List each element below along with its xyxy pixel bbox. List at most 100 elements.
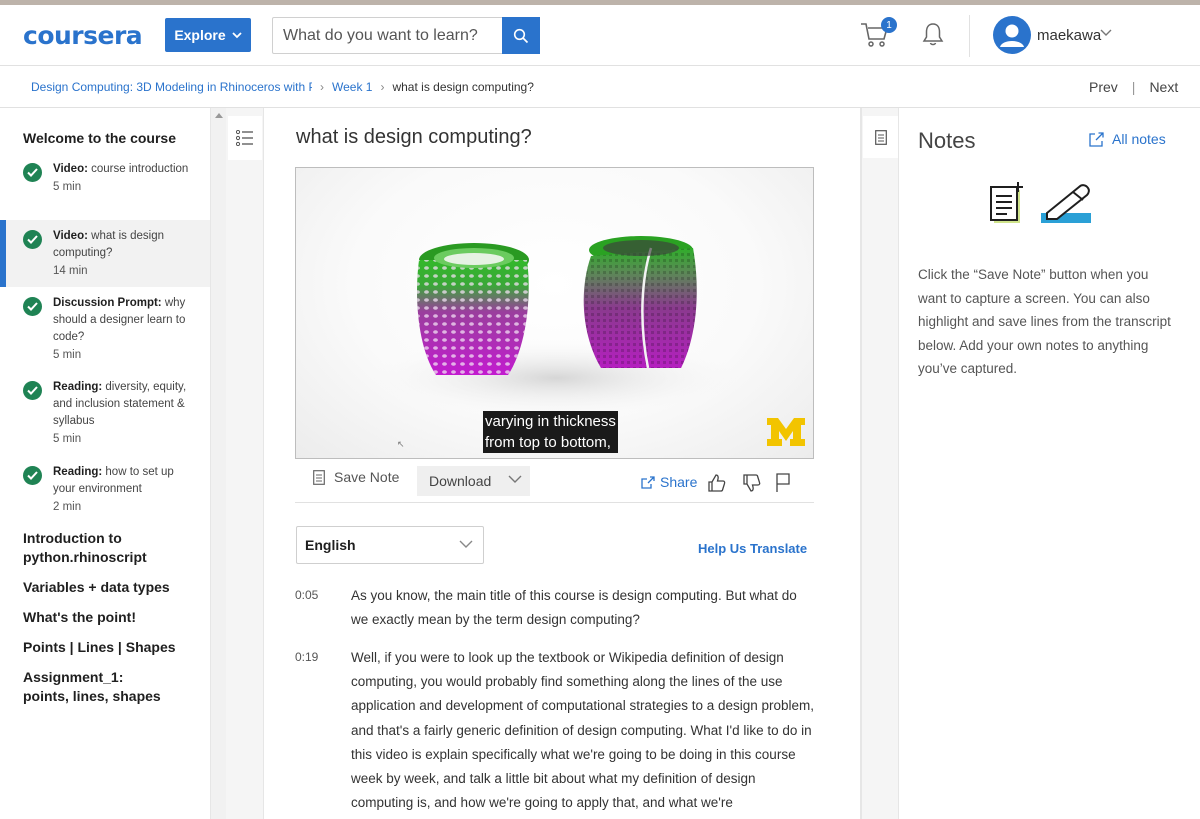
lesson-text: Video: course introduction 5 min xyxy=(53,161,198,196)
external-link-icon xyxy=(1089,131,1104,147)
username[interactable]: maekawa xyxy=(1037,27,1101,44)
lesson-duration: 5 min xyxy=(53,181,82,193)
share-label: Share xyxy=(660,474,698,490)
lesson-type: Reading: xyxy=(53,381,103,393)
header-divider xyxy=(969,15,970,57)
language-select[interactable]: English xyxy=(296,526,484,564)
sidebar-section-title[interactable]: Welcome to the course xyxy=(23,129,203,148)
breadcrumb-current: what is design computing? xyxy=(392,80,534,94)
chevron-down-icon xyxy=(459,540,473,548)
next-link[interactable]: Next xyxy=(1149,79,1178,95)
breadcrumb-week-link[interactable]: Week 1 xyxy=(332,80,372,94)
page-title: what is design computing? xyxy=(296,126,532,148)
notes-icon xyxy=(874,129,887,145)
thumbs-up-icon[interactable] xyxy=(707,473,727,493)
prev-link[interactable]: Prev xyxy=(1089,79,1118,95)
sidebar-section-title[interactable]: What's the point! xyxy=(23,608,203,627)
sidebar-lesson-item[interactable]: Discussion Prompt: why should a designer… xyxy=(0,287,210,371)
active-indicator xyxy=(0,220,6,287)
prev-next-nav: Prev | Next xyxy=(1089,79,1178,95)
search-box xyxy=(272,17,540,54)
sidebar-section-title[interactable]: Introduction to python.rhinoscript xyxy=(23,529,163,567)
explore-button[interactable]: Explore xyxy=(165,18,251,52)
lesson-title: course introduction xyxy=(91,163,189,175)
breadcrumb-course-link[interactable]: Design Computing: 3D Modeling in Rhinoce… xyxy=(31,80,312,94)
video-toolbar: Save Note Download Share xyxy=(295,460,814,503)
notes-panel: Notes All notes Click the “Save Note” bu… xyxy=(899,108,1200,819)
explore-label: Explore xyxy=(174,27,226,43)
all-notes-link[interactable]: All notes xyxy=(1089,131,1166,147)
share-button[interactable]: Share xyxy=(641,474,697,490)
search-input[interactable] xyxy=(273,18,502,53)
breadcrumb-bar: Design Computing: 3D Modeling in Rhinoce… xyxy=(0,66,1200,108)
lesson-type: Video: xyxy=(53,230,88,242)
lesson-duration: 2 min xyxy=(53,501,82,513)
video-caption: varying in thickness from top to bottom, xyxy=(483,411,618,453)
coursera-logo[interactable]: coursera xyxy=(23,21,143,50)
flag-icon[interactable] xyxy=(775,473,791,493)
notes-description: Click the “Save Note” button when you wa… xyxy=(918,267,1171,376)
share-icon xyxy=(641,475,655,489)
note-icon xyxy=(313,469,325,485)
lesson-text: Discussion Prompt: why should a designer… xyxy=(53,295,198,364)
notes-title: Notes xyxy=(918,128,976,153)
sidebar-lesson-item[interactable]: Video: course introduction 5 min xyxy=(0,153,210,219)
check-circle-icon xyxy=(23,163,42,182)
mouse-cursor-icon: ↖ xyxy=(397,439,405,449)
lesson-type: Reading: xyxy=(53,466,103,478)
save-note-button[interactable]: Save Note xyxy=(313,469,399,485)
chevron-right-icon: › xyxy=(380,80,385,94)
all-notes-label: All notes xyxy=(1112,131,1166,147)
thumbs-down-icon[interactable] xyxy=(742,473,762,493)
lesson-duration: 14 min xyxy=(53,265,88,277)
user-icon xyxy=(1000,24,1024,47)
transcript-text[interactable]: Well, if you were to look up the textboo… xyxy=(351,646,817,815)
help-translate-link[interactable]: Help Us Translate xyxy=(698,541,807,556)
lesson-type: Video: xyxy=(53,163,88,175)
check-circle-icon xyxy=(23,297,42,316)
sidebar-section-title[interactable]: Variables + data types xyxy=(23,578,203,597)
caption-line: from top to bottom, xyxy=(485,434,611,451)
university-logo-icon xyxy=(767,418,805,446)
top-header: coursera Explore 1 maekawa xyxy=(0,5,1200,66)
check-circle-icon xyxy=(23,230,42,249)
sidebar-lesson-item[interactable]: Reading: diversity, equity, and inclusio… xyxy=(0,371,210,456)
scroll-up-icon[interactable] xyxy=(215,113,223,118)
chevron-down-icon xyxy=(232,31,242,38)
lesson-text: Video: what is design computing? 14 min xyxy=(53,228,198,280)
lecture-main: what is design computing? varying in thi… xyxy=(264,108,860,819)
transcript-text[interactable]: As you know, the main title of this cour… xyxy=(351,584,817,632)
breadcrumb: Design Computing: 3D Modeling in Rhinoce… xyxy=(31,80,534,94)
cart-count-badge: 1 xyxy=(881,17,897,33)
sidebar-scrollbar[interactable] xyxy=(210,108,226,819)
transcript-timestamp[interactable]: 0:05 xyxy=(295,588,318,602)
toggle-notes-button[interactable] xyxy=(863,116,898,158)
sidebar-section-title[interactable]: Points | Lines | Shapes xyxy=(23,638,203,657)
notes-toggle-column xyxy=(862,108,899,819)
lesson-duration: 5 min xyxy=(53,349,82,361)
chevron-down-icon[interactable] xyxy=(1100,29,1112,37)
sidebar-lesson-item-active[interactable]: Video: what is design computing? 14 min xyxy=(0,220,210,287)
add-note-icon xyxy=(990,182,1023,223)
bell-icon xyxy=(922,23,944,46)
video-player[interactable]: varying in thickness from top to bottom,… xyxy=(295,167,814,459)
search-button[interactable] xyxy=(502,17,540,54)
lesson-text: Reading: diversity, equity, and inclusio… xyxy=(53,379,198,448)
cart-button[interactable]: 1 xyxy=(860,17,897,53)
download-dropdown[interactable]: Download xyxy=(417,466,530,496)
transcript-timestamp[interactable]: 0:19 xyxy=(295,650,318,664)
download-label: Download xyxy=(429,473,492,489)
check-circle-icon xyxy=(23,466,42,485)
language-value: English xyxy=(305,537,356,553)
toggle-outline-button[interactable] xyxy=(228,116,262,160)
course-sidebar: Welcome to the course Video: course intr… xyxy=(0,108,210,819)
notifications-button[interactable] xyxy=(921,22,945,53)
check-circle-icon xyxy=(23,381,42,400)
caption-line: varying in thickness xyxy=(485,413,616,430)
sidebar-section-title[interactable]: Assignment_1: points, lines, shapes xyxy=(23,668,173,706)
chevron-down-icon xyxy=(508,475,522,483)
avatar[interactable] xyxy=(993,16,1031,54)
sidebar-toggle-column xyxy=(226,108,264,819)
sidebar-lesson-item[interactable]: Reading: how to set up your environment 2… xyxy=(0,456,210,524)
chevron-right-icon: › xyxy=(320,80,324,94)
